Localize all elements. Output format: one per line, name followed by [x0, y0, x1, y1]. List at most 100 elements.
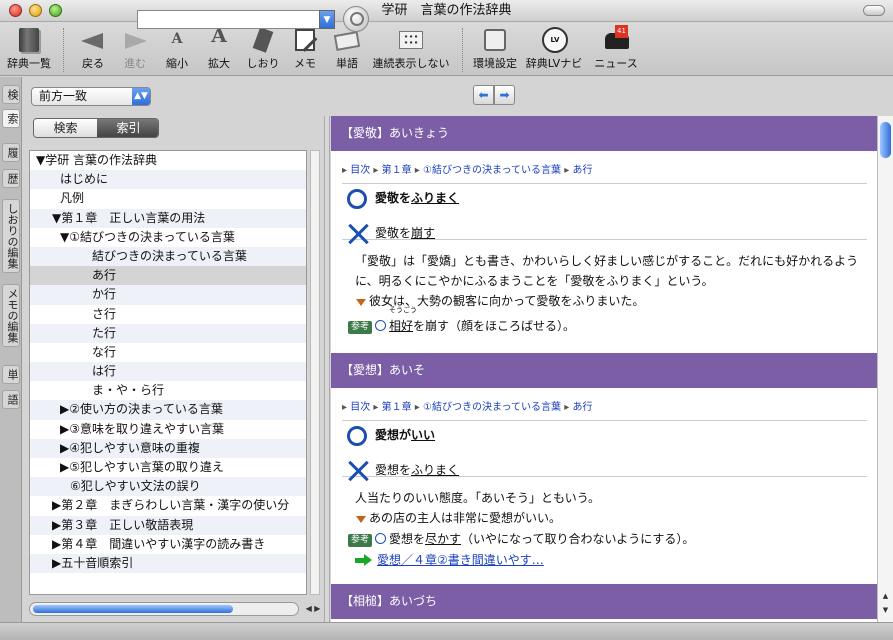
tree-node[interactable]: か行	[30, 285, 306, 305]
tree-scrollbar[interactable]	[310, 150, 320, 595]
tree-node[interactable]: さ行	[30, 305, 306, 324]
prev-entry-button[interactable]: ⬅	[473, 85, 494, 105]
tree-node[interactable]: は行	[30, 362, 306, 382]
breadcrumb-link[interactable]: 目次	[350, 165, 370, 176]
breadcrumb-link[interactable]: ①結びつきの決まっている言葉	[423, 165, 561, 176]
window-title: 学研 言葉の作法辞典	[381, 3, 512, 18]
forward-button[interactable]: 進む	[118, 25, 152, 70]
side-tab-word[interactable]: 単	[2, 365, 20, 384]
correct-circle-icon	[347, 426, 367, 446]
settings-button[interactable]: 環境設定	[472, 25, 518, 70]
scroll-thumb[interactable]	[33, 605, 233, 613]
segment-search[interactable]: 検索	[34, 119, 97, 137]
tree-node[interactable]: ▶⑤犯しやすい言葉の取り違え	[30, 458, 306, 477]
wrong-cross-icon	[348, 224, 368, 244]
minimize-window-button[interactable]	[29, 4, 42, 17]
index-tree: ▼学研 言葉の作法辞典 はじめに 凡例 ▼第１章 正しい言葉の用法 ▼①結びつきの決まっ…	[29, 150, 307, 595]
search-history-dropdown[interactable]: ▼	[319, 10, 335, 29]
breadcrumb-link[interactable]: 第１章	[382, 402, 412, 413]
breadcrumb-link[interactable]: あ行	[572, 402, 592, 413]
title-bar[interactable]: 学研 言葉の作法辞典	[0, 0, 893, 22]
breadcrumb-link[interactable]: ①結びつきの決まっている言葉	[423, 402, 561, 413]
news-badge: 41	[615, 25, 628, 38]
definition-text: 人当たりのいい態度。「あいそう」ともいう。	[355, 491, 601, 505]
side-tab-search[interactable]: 検	[2, 85, 20, 104]
mailbox-icon: 41	[601, 25, 631, 55]
app-window: 学研 言葉の作法辞典 辞典一覧 戻る 進む A 縮小 A 拡大 しおり メモ 単…	[0, 0, 893, 640]
breadcrumb-link[interactable]: 第１章	[382, 165, 412, 176]
tree-node[interactable]: 凡例	[30, 189, 306, 208]
enlarge-font-button[interactable]: A 拡大	[202, 25, 236, 70]
close-window-button[interactable]	[9, 4, 22, 17]
definition-text: 「愛敬」は「愛嬌」とも書き、かわいらしく好ましい感じがすること。だれにも好かれる…	[355, 254, 859, 288]
toolbar-toggle-button[interactable]	[863, 5, 885, 16]
tree-node[interactable]: ▶五十音順索引	[30, 553, 306, 574]
toolbar: 辞典一覧 戻る 進む A 縮小 A 拡大 しおり メモ 単語 ∙∙∙ ∙∙∙ 連…	[0, 22, 893, 76]
search-input[interactable]	[137, 10, 322, 29]
tree-node[interactable]: ▶④犯しやすい意味の重複	[30, 438, 306, 458]
entry-body: ▸ 目次 ▸ 第１章 ▸ ①結びつきの決まっている言葉 ▸ あ行 愛敬をふりまく…	[331, 151, 877, 353]
wrong-usage: 愛敬を崩す	[331, 220, 877, 247]
entry-heading: 【相槌】あいづち	[331, 584, 877, 619]
font-larger-icon: A	[211, 23, 227, 47]
wrong-cross-icon	[348, 461, 368, 481]
small-circle-icon	[375, 533, 387, 544]
scroll-up-icon[interactable]: ▲	[880, 592, 891, 602]
font-smaller-icon: A	[171, 31, 183, 47]
next-entry-button[interactable]: ➡	[494, 85, 515, 105]
select-arrows-icon: ▲▼	[132, 88, 150, 105]
correct-usage: 愛想がいい	[331, 422, 877, 449]
content-scrollbar[interactable]: ▲ ▼	[877, 116, 893, 622]
breadcrumb: ▸ 目次 ▸ 第１章 ▸ ①結びつきの決まっている言葉 ▸ あ行	[342, 165, 593, 176]
search-magnifier-button[interactable]	[343, 6, 369, 32]
tree-node[interactable]: はじめに	[30, 170, 306, 190]
scroll-down-icon[interactable]: ▼	[880, 606, 891, 616]
breadcrumb-link[interactable]: 目次	[350, 402, 370, 413]
bookmark-button[interactable]: しおり	[244, 25, 282, 70]
tree-node[interactable]: ▼①結びつきの決まっている言葉	[30, 228, 306, 247]
tree-horizontal-scrollbar[interactable]	[29, 602, 299, 616]
tree-node[interactable]: あ行	[30, 266, 306, 286]
side-tab-index[interactable]: 索	[2, 109, 20, 128]
side-tab-word-2[interactable]: 語	[2, 390, 20, 409]
cross-reference-link[interactable]: 愛想／４章②書き間違いやす…	[331, 550, 877, 570]
example-sentence: あの店の主人は非常に愛想がいい。	[331, 508, 877, 528]
scroll-thumb[interactable]	[880, 122, 891, 158]
entry-heading: 【愛想】あいそ	[331, 353, 877, 388]
dict-list-button[interactable]: 辞典一覧	[6, 25, 52, 70]
ruby-word: そうごう 相好	[389, 306, 418, 333]
side-tab-history-2[interactable]: 歴	[2, 169, 20, 188]
continuous-display-button[interactable]: ∙∙∙ ∙∙∙ 連続表示しない	[368, 25, 454, 70]
word-button[interactable]: 単語	[330, 25, 364, 70]
back-button[interactable]: 戻る	[76, 25, 110, 70]
tree-node[interactable]: ▼学研 言葉の作法辞典	[30, 151, 306, 170]
tree-node[interactable]: ▶第２章 まぎらわしい言葉・漢字の使い分	[30, 496, 306, 515]
pane-splitter[interactable]	[324, 116, 330, 622]
tree-node[interactable]: ▶第４章 間違いやすい漢字の読み書き	[30, 535, 306, 554]
tree-node[interactable]: な行	[30, 343, 306, 362]
side-tab-strip: 検 索 履 歴 しおりの編集 メモの編集 単 語	[0, 77, 22, 622]
side-tab-memo-edit[interactable]: メモの編集	[2, 284, 20, 347]
tree-node[interactable]: ま・や・ら行	[30, 381, 306, 400]
breadcrumb-link[interactable]: あ行	[572, 165, 592, 176]
zoom-window-button[interactable]	[49, 4, 62, 17]
tree-node[interactable]: た行	[30, 323, 306, 343]
dict-navi-button[interactable]: LV 辞典LVナビ	[524, 25, 584, 70]
segment-index[interactable]: 索引	[97, 119, 158, 137]
left-pane: 前方一致 ▲▼ 検索 索引 ▼学研 言葉の作法辞典 はじめに 凡例 ▼第１章 正しい言…	[23, 77, 323, 622]
tree-node[interactable]: ▶③意味を取り違えやすい言葉	[30, 420, 306, 439]
tree-node[interactable]: ▼第１章 正しい言葉の用法	[30, 208, 306, 228]
small-circle-icon	[375, 320, 387, 331]
tree-node[interactable]: 結びつきの決まっている言葉	[30, 246, 306, 267]
tree-node[interactable]: ▶②使い方の決まっている言葉	[30, 400, 306, 420]
side-tab-history[interactable]: 履	[2, 143, 20, 162]
match-mode-select[interactable]: 前方一致 ▲▼	[31, 87, 151, 106]
memo-button[interactable]: メモ	[288, 25, 322, 70]
news-button[interactable]: 41 ニュース	[592, 25, 640, 70]
tree-node[interactable]: ⑥犯しやすい文法の誤り	[30, 477, 306, 497]
scroll-arrows-icon[interactable]: ◀ ▶	[301, 602, 325, 616]
memo-icon	[290, 25, 320, 55]
tree-node[interactable]: ▶第３章 正しい敬語表現	[30, 515, 306, 535]
shrink-font-button[interactable]: A 縮小	[160, 25, 194, 70]
side-tab-bookmark-edit[interactable]: しおりの編集	[2, 199, 20, 273]
